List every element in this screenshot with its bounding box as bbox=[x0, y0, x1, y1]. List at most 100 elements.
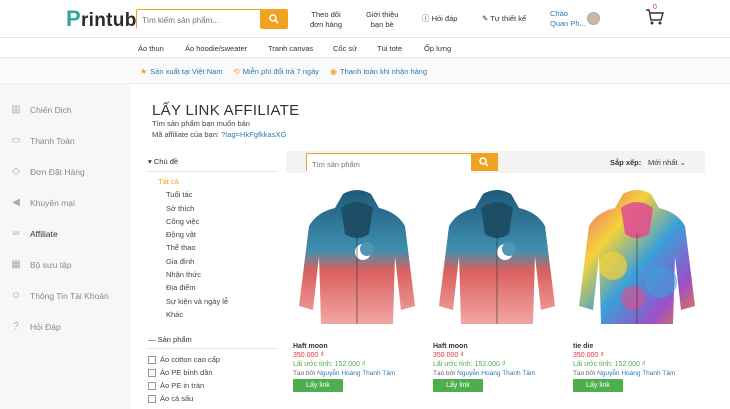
user-icon: ☺ bbox=[10, 290, 22, 301]
product-profit: Lãi ước tính: 152.000 ₫ bbox=[573, 361, 646, 368]
header-search-input[interactable] bbox=[137, 11, 261, 30]
category-coc-su[interactable]: Cốc sứ bbox=[333, 44, 357, 53]
benefit-made-in-vn: ★ Sản xuất tại Việt Nam bbox=[140, 67, 223, 76]
product-author: Tạo bởi Nguyễn Hoàng Thanh Tâm bbox=[293, 370, 396, 377]
product-price: 350.000 ₫ bbox=[293, 352, 324, 359]
logo[interactable]: Printub bbox=[66, 6, 137, 32]
card-icon: ▭ bbox=[11, 135, 21, 146]
get-link-button[interactable]: Lấy link bbox=[573, 379, 623, 392]
user-greeting[interactable]: Chào Quan Ph... bbox=[550, 9, 586, 29]
page-title: LẤY LINK AFFILIATE bbox=[152, 102, 300, 119]
category-tui-tote[interactable]: Túi tote bbox=[377, 44, 402, 53]
product-price: 350.000 ₫ bbox=[433, 352, 464, 359]
sidebar: ▥ Chiến Dịch ▭ Thanh Toán ◇ Đơn Đặt Hàng ◀ K… bbox=[0, 84, 131, 409]
topic-item[interactable]: Địa điểm bbox=[148, 281, 278, 294]
sidebar-item-faq[interactable]: ? Hỏi Đáp bbox=[10, 321, 61, 333]
sidebar-item-account[interactable]: ☺ Thông Tin Tài Khoản bbox=[10, 290, 109, 302]
sidebar-item-payment[interactable]: ▭ Thanh Toán bbox=[10, 135, 74, 147]
category-ao-thun[interactable]: Áo thun bbox=[138, 44, 164, 53]
product-image[interactable] bbox=[433, 186, 561, 332]
benefit-free-return: ⟲ Miễn phí đổi trả 7 ngày bbox=[233, 67, 319, 76]
faq-link[interactable]: ⓘ Hỏi đáp bbox=[422, 14, 457, 24]
product-type-item[interactable]: Áo cotton cao cấp bbox=[148, 353, 278, 366]
chart-icon: ▥ bbox=[11, 104, 21, 115]
pencil-icon: ✎ bbox=[482, 14, 489, 23]
product-search-input[interactable] bbox=[307, 156, 471, 173]
question-icon: ? bbox=[13, 321, 19, 332]
page-subtitle: Tìm sản phẩm bạn muốn bán bbox=[152, 119, 250, 128]
topic-item[interactable]: Gia đình bbox=[148, 255, 278, 268]
money-icon: ◉ bbox=[330, 67, 337, 76]
topic-item[interactable]: Tất cả bbox=[148, 175, 278, 188]
tag-icon: ◇ bbox=[12, 166, 20, 177]
return-icon: ⟲ bbox=[233, 67, 240, 76]
topic-item[interactable]: Nhận thức bbox=[148, 268, 278, 281]
topic-item[interactable]: Khác bbox=[148, 308, 278, 321]
product-image[interactable] bbox=[573, 186, 701, 332]
topic-item[interactable]: Thể thao bbox=[148, 241, 278, 254]
self-design-link[interactable]: ✎ Tự thiết kế bbox=[482, 14, 526, 24]
link-icon: ∞ bbox=[12, 228, 20, 239]
topic-item[interactable]: Tuổi tác bbox=[148, 188, 278, 201]
sidebar-item-affiliate[interactable]: ∞ Affiliate bbox=[10, 228, 57, 240]
product-type-item[interactable]: Áo PE in tràn bbox=[148, 379, 278, 392]
checkbox[interactable] bbox=[148, 394, 156, 403]
megaphone-icon: ◀ bbox=[12, 197, 20, 208]
search-icon bbox=[479, 157, 489, 167]
product-search bbox=[306, 153, 498, 173]
topic-filter-header[interactable]: ▾ Chủ đề bbox=[148, 157, 278, 172]
refer-friends-link[interactable]: Giới thiệu bạn bè bbox=[366, 10, 398, 30]
top-bar: Printub Theo dõiđơn hàng Giới thiệubạn b… bbox=[0, 0, 730, 38]
product-author: Tạo bởi Nguyễn Hoàng Thanh Tâm bbox=[573, 370, 676, 377]
product-name[interactable]: tie die bbox=[573, 343, 701, 350]
topic-item[interactable]: Sự kiện và ngày lễ bbox=[148, 295, 278, 308]
topic-item[interactable]: Động vật bbox=[148, 228, 278, 241]
star-icon: ★ bbox=[140, 67, 148, 76]
affiliate-code: Mã affiliate của bạn: ?tag=HkFgfkkasXG bbox=[152, 130, 287, 139]
product-search-button[interactable] bbox=[471, 154, 497, 170]
product-card[interactable]: tie die 350.000 ₫ Lãi ước tính: 152.000 … bbox=[573, 186, 701, 392]
sidebar-item-orders[interactable]: ◇ Đơn Đặt Hàng bbox=[10, 166, 85, 178]
checkbox[interactable] bbox=[148, 381, 156, 390]
search-icon bbox=[268, 14, 279, 24]
topic-item[interactable]: Sở thích bbox=[148, 202, 278, 215]
product-profit: Lãi ước tính: 152.000 ₫ bbox=[433, 361, 506, 368]
product-card[interactable]: Haft moon 350.000 ₫ Lãi ước tính: 152.00… bbox=[293, 186, 421, 392]
category-hoodie[interactable]: Áo hoodie/sweater bbox=[185, 44, 247, 53]
checkbox[interactable] bbox=[148, 355, 156, 364]
product-card[interactable]: Haft moon 350.000 ₫ Lãi ước tính: 152.00… bbox=[433, 186, 561, 392]
sort-select[interactable]: Mới nhất ⌄ bbox=[648, 158, 686, 167]
cart-count: 0 bbox=[653, 4, 657, 11]
product-price: 350.000 ₫ bbox=[573, 352, 604, 359]
product-author: Tạo bởi Nguyễn Hoàng Thanh Tâm bbox=[433, 370, 536, 377]
product-name[interactable]: Haft moon bbox=[433, 343, 561, 350]
product-type-item[interactable]: Áo PE bình dân bbox=[148, 366, 278, 379]
product-search-bar: Sắp xếp: Mới nhất ⌄ bbox=[286, 151, 705, 173]
topic-filter: ▾ Chủ đề Tất cả Tuổi tác Sở thích Công v… bbox=[148, 157, 278, 321]
product-filter: — Sản phẩm Áo cotton cao cấp Áo PE bình … bbox=[148, 335, 278, 405]
category-bar: Áo thun Áo hoodie/sweater Tranh canvas C… bbox=[0, 38, 730, 58]
header-search bbox=[136, 9, 288, 30]
get-link-button[interactable]: Lấy link bbox=[293, 379, 343, 392]
affiliate-code-value[interactable]: ?tag=HkFgfkkasXG bbox=[221, 130, 286, 139]
category-op-lung[interactable]: Ốp lưng bbox=[424, 44, 451, 53]
product-name[interactable]: Haft moon bbox=[293, 343, 421, 350]
track-order-link[interactable]: Theo dõi đơn hàng bbox=[310, 10, 342, 30]
avatar[interactable] bbox=[587, 12, 600, 25]
product-image[interactable] bbox=[293, 186, 421, 332]
sidebar-item-collection[interactable]: ▦ Bộ sưu tập bbox=[10, 259, 71, 271]
sort-label: Sắp xếp: bbox=[610, 158, 642, 167]
category-canvas[interactable]: Tranh canvas bbox=[268, 44, 313, 53]
sidebar-item-campaign[interactable]: ▥ Chiến Dịch bbox=[10, 104, 71, 116]
get-link-button[interactable]: Lấy link bbox=[433, 379, 483, 392]
product-type-item[interactable]: Áo cá sấu bbox=[148, 392, 278, 405]
checkbox[interactable] bbox=[148, 368, 156, 377]
sidebar-item-promotions[interactable]: ◀ Khuyến mại bbox=[10, 197, 75, 209]
product-filter-header[interactable]: — Sản phẩm bbox=[148, 335, 278, 349]
header-search-button[interactable] bbox=[260, 10, 287, 28]
topic-item[interactable]: Công việc bbox=[148, 215, 278, 228]
question-icon: ⓘ bbox=[422, 14, 430, 23]
product-profit: Lãi ước tính: 152.000 ₫ bbox=[293, 361, 366, 368]
cart-button[interactable]: 0 bbox=[645, 4, 665, 31]
benefits-bar: ★ Sản xuất tại Việt Nam ⟲ Miễn phí đổi trả… bbox=[0, 58, 730, 84]
